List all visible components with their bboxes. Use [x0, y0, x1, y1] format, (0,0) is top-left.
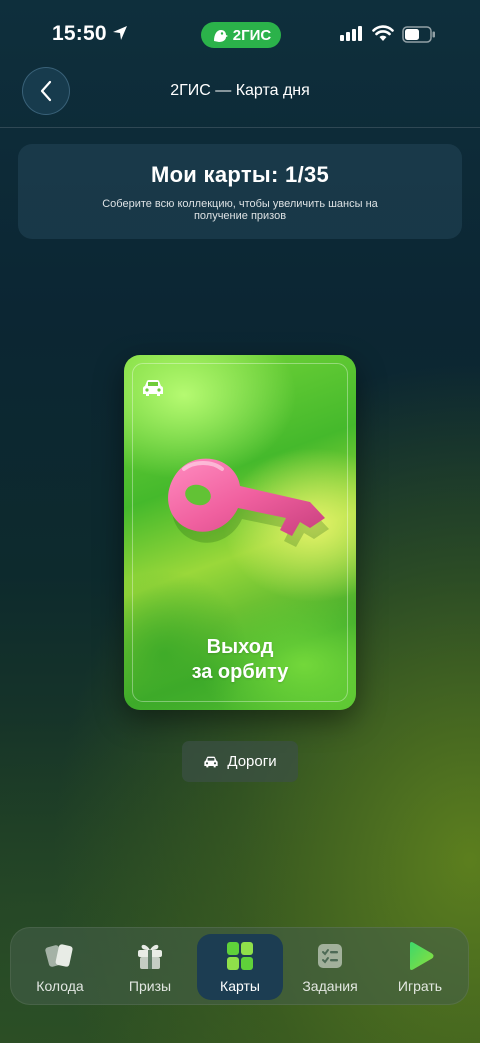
nav-item-deck[interactable]: Колода — [17, 934, 103, 1000]
nav-item-tasks[interactable]: Задания — [287, 934, 373, 1000]
key-icon — [168, 458, 329, 547]
play-icon — [404, 940, 436, 972]
nav-label: Колода — [36, 978, 84, 994]
card-title: Выход за орбиту — [191, 636, 289, 683]
nav-label: Карты — [220, 978, 260, 994]
gift-icon — [135, 940, 165, 972]
bottom-nav: Колода Призы Карты Задания Играть — [10, 927, 469, 1005]
collection-subtitle: Соберите всю коллекцию, чтобы увеличить … — [102, 198, 378, 222]
car-icon — [204, 756, 219, 767]
2gis-logo-icon — [213, 30, 228, 42]
status-bar: 15:50 2ГИС — [0, 0, 480, 70]
status-time: 15:50 — [52, 22, 107, 45]
checklist-icon — [317, 940, 343, 972]
car-icon — [143, 380, 163, 396]
nav-label: Играть — [397, 978, 443, 994]
location-arrow-icon — [113, 26, 127, 40]
nav-item-prizes[interactable]: Призы — [107, 934, 193, 1000]
nav-item-cards[interactable]: Карты — [197, 934, 283, 1000]
daily-card[interactable]: Выход за орбиту — [124, 355, 356, 710]
app-badge-label: 2ГИС — [232, 26, 272, 44]
nav-label: Задания — [302, 978, 358, 994]
category-chip-label: Дороги — [227, 753, 277, 770]
app-badge[interactable]: 2ГИС — [201, 22, 281, 48]
nav-label: Призы — [128, 978, 172, 994]
cellular-signal-icon — [340, 26, 362, 41]
screen-title: 2ГИС — Карта дня — [170, 82, 310, 99]
collection-panel: Мои карты: 1/35 Соберите всю коллекцию, … — [18, 144, 462, 239]
battery-icon — [402, 26, 435, 43]
cards-grid-icon — [225, 940, 255, 972]
category-chip[interactable]: Дороги — [182, 741, 298, 782]
collection-title: Мои карты: 1/35 — [150, 162, 330, 187]
wifi-icon — [372, 25, 394, 41]
cards-deck-icon — [44, 940, 76, 972]
nav-item-play[interactable]: Играть — [377, 934, 463, 1000]
header-divider — [0, 127, 480, 128]
